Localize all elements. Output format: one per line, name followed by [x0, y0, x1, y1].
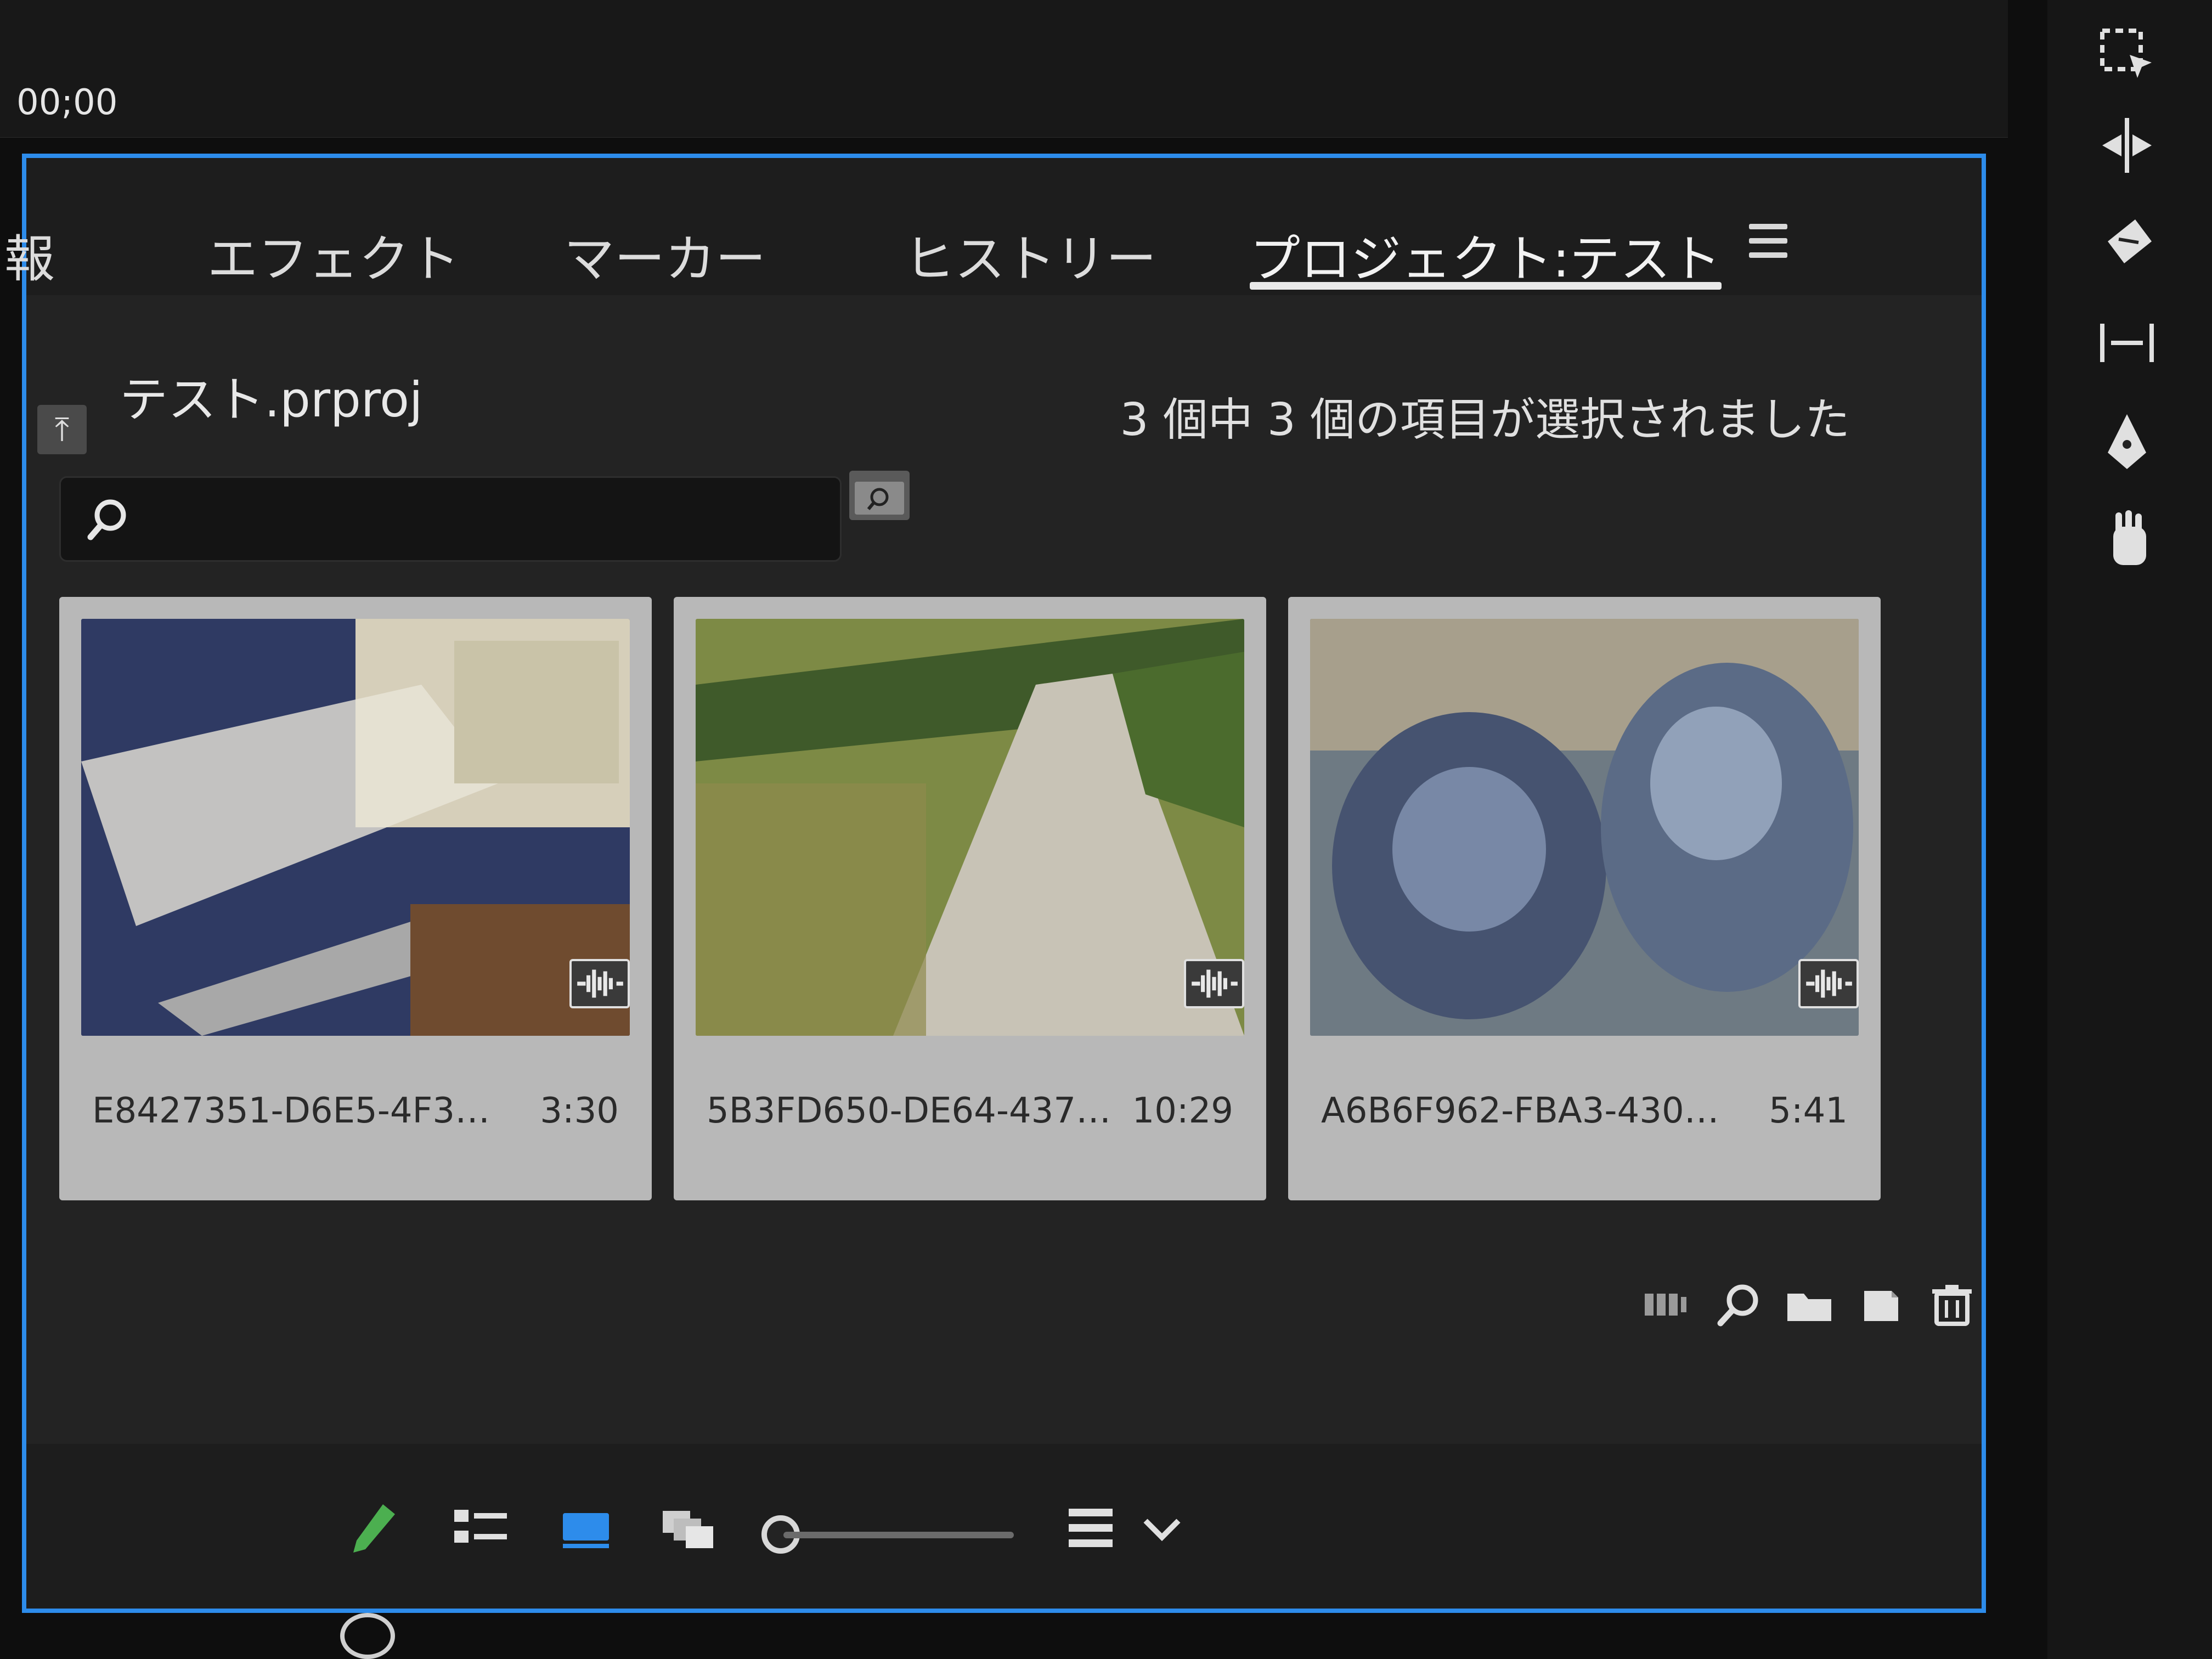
selection-tool-icon[interactable] [2091, 16, 2163, 88]
hand-tool-icon[interactable] [2091, 505, 2163, 576]
clip-card[interactable]: E8427351-D6E5-4F3B-AF53-... 3:30 [59, 597, 652, 1200]
bottom-toolbar [26, 1444, 1982, 1609]
tab-project[interactable]: プロジェクト:テスト [1250, 218, 1721, 291]
clip-card[interactable]: 5B3FD650-DE64-437F-A1E... 10:29 [674, 597, 1266, 1200]
freeform-view-icon[interactable] [657, 1499, 723, 1559]
slip-tool-icon[interactable] [2091, 307, 2163, 379]
active-tab-underline [1250, 282, 1722, 290]
project-filename: テスト.prproj [120, 371, 423, 428]
clip-duration: 5:41 [1769, 1091, 1848, 1131]
tab-info-partial[interactable]: 報 [4, 218, 55, 291]
icon-view-icon[interactable] [553, 1499, 619, 1559]
clip-duration: 3:30 [540, 1091, 619, 1131]
tab-history[interactable]: ヒストリー [904, 218, 1156, 291]
creative-cloud-icon[interactable] [340, 1613, 395, 1659]
clip-duration: 10:29 [1132, 1091, 1233, 1131]
razor-tool-icon[interactable] [2091, 208, 2163, 280]
panel-tab-bar: 報 エフェクト マーカー ヒストリー プロジェクト:テスト [4, 158, 1982, 295]
tab-effects[interactable]: エフェクト [207, 218, 460, 291]
audio-waveform-icon [1184, 959, 1244, 1008]
new-bin-icon[interactable] [1782, 1277, 1837, 1332]
automate-to-sequence-icon[interactable] [1639, 1277, 1694, 1332]
trash-icon[interactable] [1925, 1277, 1979, 1332]
zoom-slider[interactable] [783, 1532, 1014, 1538]
grid-tools [1639, 1266, 1979, 1343]
tab-markers[interactable]: マーカー [564, 218, 766, 291]
search-input[interactable] [149, 493, 809, 544]
sort-icon[interactable] [1058, 1499, 1124, 1559]
clip-card[interactable]: A6B6F962-FBA3-430C-9465-... 5:41 [1288, 597, 1881, 1200]
clip-thumbnail[interactable] [696, 619, 1244, 1036]
selection-status: 3 個中 3 個の項目が選択されました [1120, 394, 1850, 446]
tools-panel [2047, 0, 2212, 1659]
timecode-strip: 00;00 [0, 0, 2008, 138]
chevron-down-icon[interactable] [1129, 1499, 1195, 1559]
new-search-bin-button[interactable] [849, 471, 910, 520]
pen-icon[interactable] [345, 1499, 410, 1559]
project-panel: 報 エフェクト マーカー ヒストリー プロジェクト:テスト ⤒ テスト.prpr… [4, 154, 1986, 1613]
clip-thumbnail[interactable] [1310, 619, 1859, 1036]
search-icon [83, 494, 132, 544]
track-select-icon[interactable] [2091, 110, 2163, 181]
clip-name: E8427351-D6E5-4F3B-AF53-... [92, 1091, 509, 1131]
new-item-icon[interactable] [1853, 1277, 1908, 1332]
clip-grid: E8427351-D6E5-4F3B-AF53-... 3:30 5B3FD65… [59, 597, 1946, 1365]
clip-name: 5B3FD650-DE64-437F-A1E... [707, 1091, 1124, 1131]
search-row [59, 476, 842, 562]
parent-folder-button[interactable]: ⤒ [37, 405, 87, 454]
find-icon[interactable] [1711, 1277, 1765, 1332]
clip-name: A6B6F962-FBA3-430C-9465-... [1321, 1091, 1738, 1131]
audio-waveform-icon [569, 959, 630, 1008]
panel-menu-icon[interactable] [1749, 224, 1787, 262]
timecode-display: 00;00 [16, 82, 118, 123]
pen-tool-icon[interactable] [2091, 406, 2163, 477]
clip-thumbnail[interactable] [81, 619, 630, 1036]
search-box [59, 476, 842, 562]
audio-waveform-icon [1798, 959, 1859, 1008]
list-view-icon[interactable] [449, 1499, 515, 1559]
